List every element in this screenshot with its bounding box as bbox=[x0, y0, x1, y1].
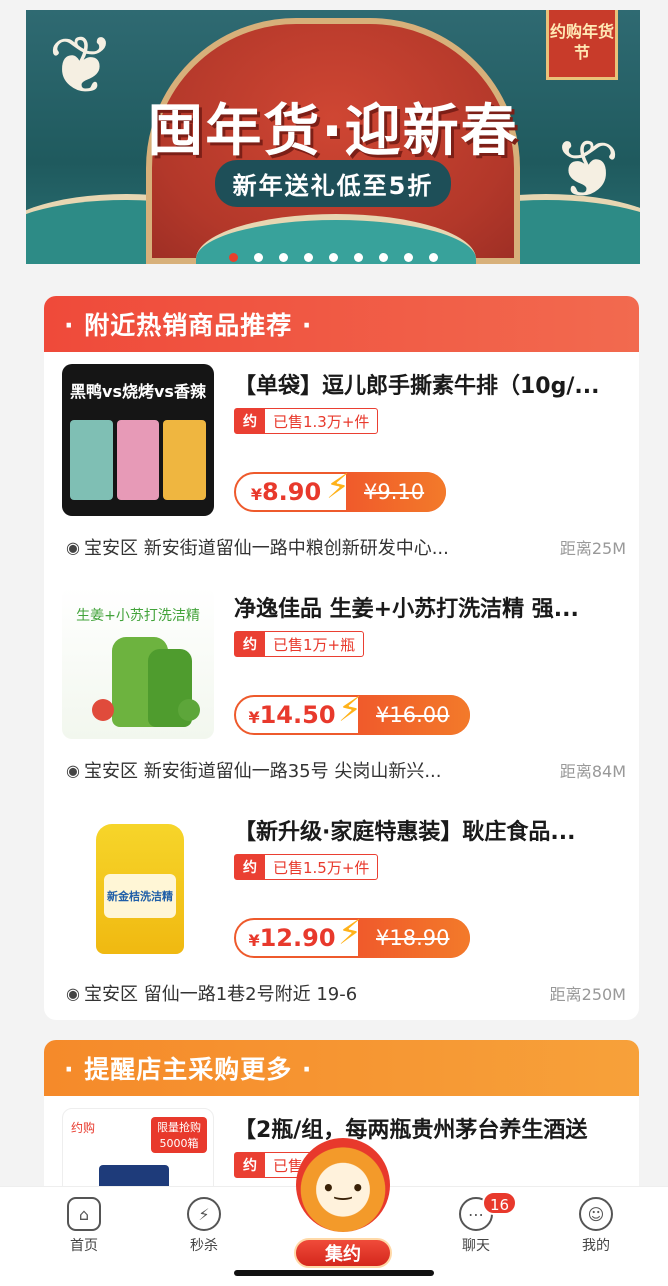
lightning-icon: ⚡ bbox=[338, 690, 362, 730]
promo-banner[interactable]: ❦ ❦ 约购年货节 囤年货·迎新春 新年送礼低至5折 bbox=[26, 10, 640, 264]
tiger-face: •‿• bbox=[322, 1176, 365, 1200]
currency-symbol: ¥ bbox=[248, 931, 260, 950]
lightning-icon: ⚡ bbox=[338, 913, 362, 953]
tab-label: 首页 bbox=[70, 1238, 98, 1254]
pack bbox=[116, 420, 160, 500]
home-indicator[interactable] bbox=[234, 1270, 434, 1276]
product-name[interactable]: 【单袋】逗儿郎手撕素牛排（10g/... bbox=[234, 368, 624, 400]
tab-center-jiyue[interactable]: •‿• 集约 bbox=[288, 1138, 398, 1268]
current-price: ¥8.90 bbox=[236, 478, 336, 506]
sold-badge: 约 已售1.5万+件 bbox=[234, 854, 379, 880]
carousel-dot[interactable] bbox=[253, 253, 263, 262]
price-value: 8.90 bbox=[261, 478, 322, 506]
tab-label: 聊天 bbox=[462, 1238, 490, 1254]
carousel-dot[interactable] bbox=[303, 253, 313, 262]
product-item[interactable]: 生姜+小苏打洗洁精 净逸佳品 生姜+小苏打洗洁精 强... 约 已售1万+瓶 ¥… bbox=[44, 575, 639, 798]
carousel-dot[interactable] bbox=[403, 253, 413, 262]
currency-symbol: ¥ bbox=[250, 485, 262, 504]
product-item[interactable]: 黑鸭vs烧烤vs香辣 【单袋】逗儿郎手撕素牛排（10g/... 约 已售1.3万… bbox=[44, 352, 639, 575]
original-price: ¥16.00 bbox=[358, 695, 470, 735]
sold-badge: 约 已售1万+瓶 bbox=[234, 631, 365, 657]
location-pin-icon: ◉ bbox=[66, 760, 80, 780]
tab-chat[interactable]: ⋯ 16 聊天 bbox=[436, 1191, 518, 1255]
price-button[interactable]: ¥12.90 ¥18.90 ⚡ bbox=[234, 913, 470, 958]
distance: 距离25M bbox=[559, 539, 626, 558]
carousel-dot[interactable] bbox=[228, 253, 238, 262]
apple bbox=[92, 699, 114, 721]
distance: 距离84M bbox=[559, 762, 626, 781]
carousel-dot[interactable] bbox=[328, 253, 338, 262]
location-row: ◉ 宝安区 留仙一路1巷2号附近 19-6 距离250M bbox=[66, 980, 626, 1006]
carousel-dot[interactable] bbox=[428, 253, 438, 262]
location-row: ◉ 宝安区 新安街道留仙一路35号 尖岗山新兴... 距离84M bbox=[66, 757, 626, 783]
thumb-label: 新金桔洗洁精 bbox=[104, 874, 176, 918]
address-text: 宝安区 新安街道留仙一路中粮创新研发中心... bbox=[83, 538, 449, 559]
yuegou-icon: 约 bbox=[235, 855, 265, 879]
location-pin-icon: ◉ bbox=[66, 537, 80, 557]
lightning-icon: ⚡ bbox=[326, 467, 350, 507]
distance: 距离250M bbox=[549, 985, 626, 1004]
product-name[interactable]: 净逸佳品 生姜+小苏打洗洁精 强... bbox=[234, 591, 624, 623]
thumb-label: 黑鸭vs烧烤vs香辣 bbox=[70, 382, 206, 401]
home-icon: ⌂ bbox=[67, 1197, 101, 1231]
banner-title: 囤年货·迎新春 bbox=[147, 99, 519, 164]
original-price: ¥18.90 bbox=[358, 918, 470, 958]
product-thumbnail[interactable]: 黑鸭vs烧烤vs香辣 bbox=[62, 364, 214, 516]
location-pin-icon: ◉ bbox=[66, 983, 80, 1003]
price-button[interactable]: ¥14.50 ¥16.00 ⚡ bbox=[234, 690, 470, 735]
yuegou-icon: 约 bbox=[235, 1153, 265, 1177]
section-title: · 附近热销商品推荐 · bbox=[44, 296, 639, 352]
price-value: 12.90 bbox=[259, 924, 336, 952]
product-item[interactable]: 新金桔洗洁精 【新升级·家庭特惠装】耿庄食品... 约 已售1.5万+件 ¥12… bbox=[44, 798, 639, 1020]
carousel-dot[interactable] bbox=[278, 253, 288, 262]
thumb-label: 生姜+小苏打洗洁精 bbox=[76, 608, 200, 624]
tab-label: 我的 bbox=[582, 1238, 610, 1254]
cabbage bbox=[178, 699, 200, 721]
address: ◉ 宝安区 新安街道留仙一路中粮创新研发中心... bbox=[66, 534, 449, 560]
tab-mine[interactable]: ☺ 我的 bbox=[556, 1197, 636, 1255]
banner-subtitle: 新年送礼低至5折 bbox=[214, 160, 452, 207]
thumb-badge: 限量抢购 5000箱 bbox=[151, 1117, 207, 1153]
sold-count: 已售1.5万+件 bbox=[273, 858, 370, 877]
yuegou-icon: 约 bbox=[235, 409, 265, 433]
original-price: ¥9.10 bbox=[346, 472, 446, 512]
lightning-clock-icon: ⚡ bbox=[187, 1197, 221, 1231]
currency-symbol: ¥ bbox=[248, 708, 260, 727]
smiley-icon: ☺ bbox=[579, 1197, 613, 1231]
current-price: ¥12.90 bbox=[236, 924, 348, 952]
nearby-hot-section: · 附近热销商品推荐 · 黑鸭vs烧烤vs香辣 【单袋】逗儿郎手撕素牛排（10g… bbox=[44, 296, 639, 1020]
tiger-mascot-icon: •‿• bbox=[296, 1138, 390, 1232]
price-value: 14.50 bbox=[259, 701, 336, 729]
carousel-dots[interactable] bbox=[26, 253, 640, 262]
product-thumbnail[interactable]: 新金桔洗洁精 bbox=[62, 810, 214, 962]
tab-home[interactable]: ⌂ 首页 bbox=[44, 1197, 124, 1255]
thumb-packs bbox=[70, 420, 207, 500]
price-button[interactable]: ¥8.90 ¥9.10 ⚡ bbox=[234, 467, 446, 512]
sold-badge: 约 已售1.3万+件 bbox=[234, 408, 379, 434]
tab-flash-sale[interactable]: ⚡ 秒杀 bbox=[164, 1197, 244, 1255]
address: ◉ 宝安区 新安街道留仙一路35号 尖岗山新兴... bbox=[66, 757, 441, 783]
product-name[interactable]: 【新升级·家庭特惠装】耿庄食品... bbox=[234, 814, 624, 846]
address: ◉ 宝安区 留仙一路1巷2号附近 19-6 bbox=[66, 980, 357, 1006]
page: ❦ ❦ 约购年货节 囤年货·迎新春 新年送礼低至5折 · 附近热销商品推荐 · … bbox=[0, 0, 668, 1286]
pack bbox=[163, 420, 207, 500]
current-price: ¥14.50 bbox=[236, 701, 348, 729]
carousel-dot[interactable] bbox=[378, 253, 388, 262]
address-text: 宝安区 新安街道留仙一路35号 尖岗山新兴... bbox=[83, 761, 442, 782]
thumb-label: 约购 bbox=[71, 1121, 96, 1135]
sold-count: 已售1.3万+件 bbox=[273, 412, 370, 431]
product-thumbnail[interactable]: 生姜+小苏打洗洁精 bbox=[62, 587, 214, 739]
tab-label: 秒杀 bbox=[190, 1238, 218, 1254]
pack bbox=[70, 420, 113, 500]
yuegou-icon: 约 bbox=[235, 632, 265, 656]
banner-subtitle-wrap: 新年送礼低至5折 bbox=[26, 160, 640, 207]
location-row: ◉ 宝安区 新安街道留仙一路中粮创新研发中心... 距离25M bbox=[66, 534, 626, 560]
carousel-dot[interactable] bbox=[353, 253, 363, 262]
section-title: · 提醒店主采购更多 · bbox=[44, 1040, 639, 1096]
tab-label: 集约 bbox=[294, 1238, 392, 1268]
sold-count: 已售1万+瓶 bbox=[273, 635, 356, 654]
banner-tag: 约购年货节 bbox=[546, 10, 618, 80]
unread-badge: 16 bbox=[482, 1191, 518, 1215]
address-text: 宝安区 留仙一路1巷2号附近 19-6 bbox=[83, 984, 358, 1005]
